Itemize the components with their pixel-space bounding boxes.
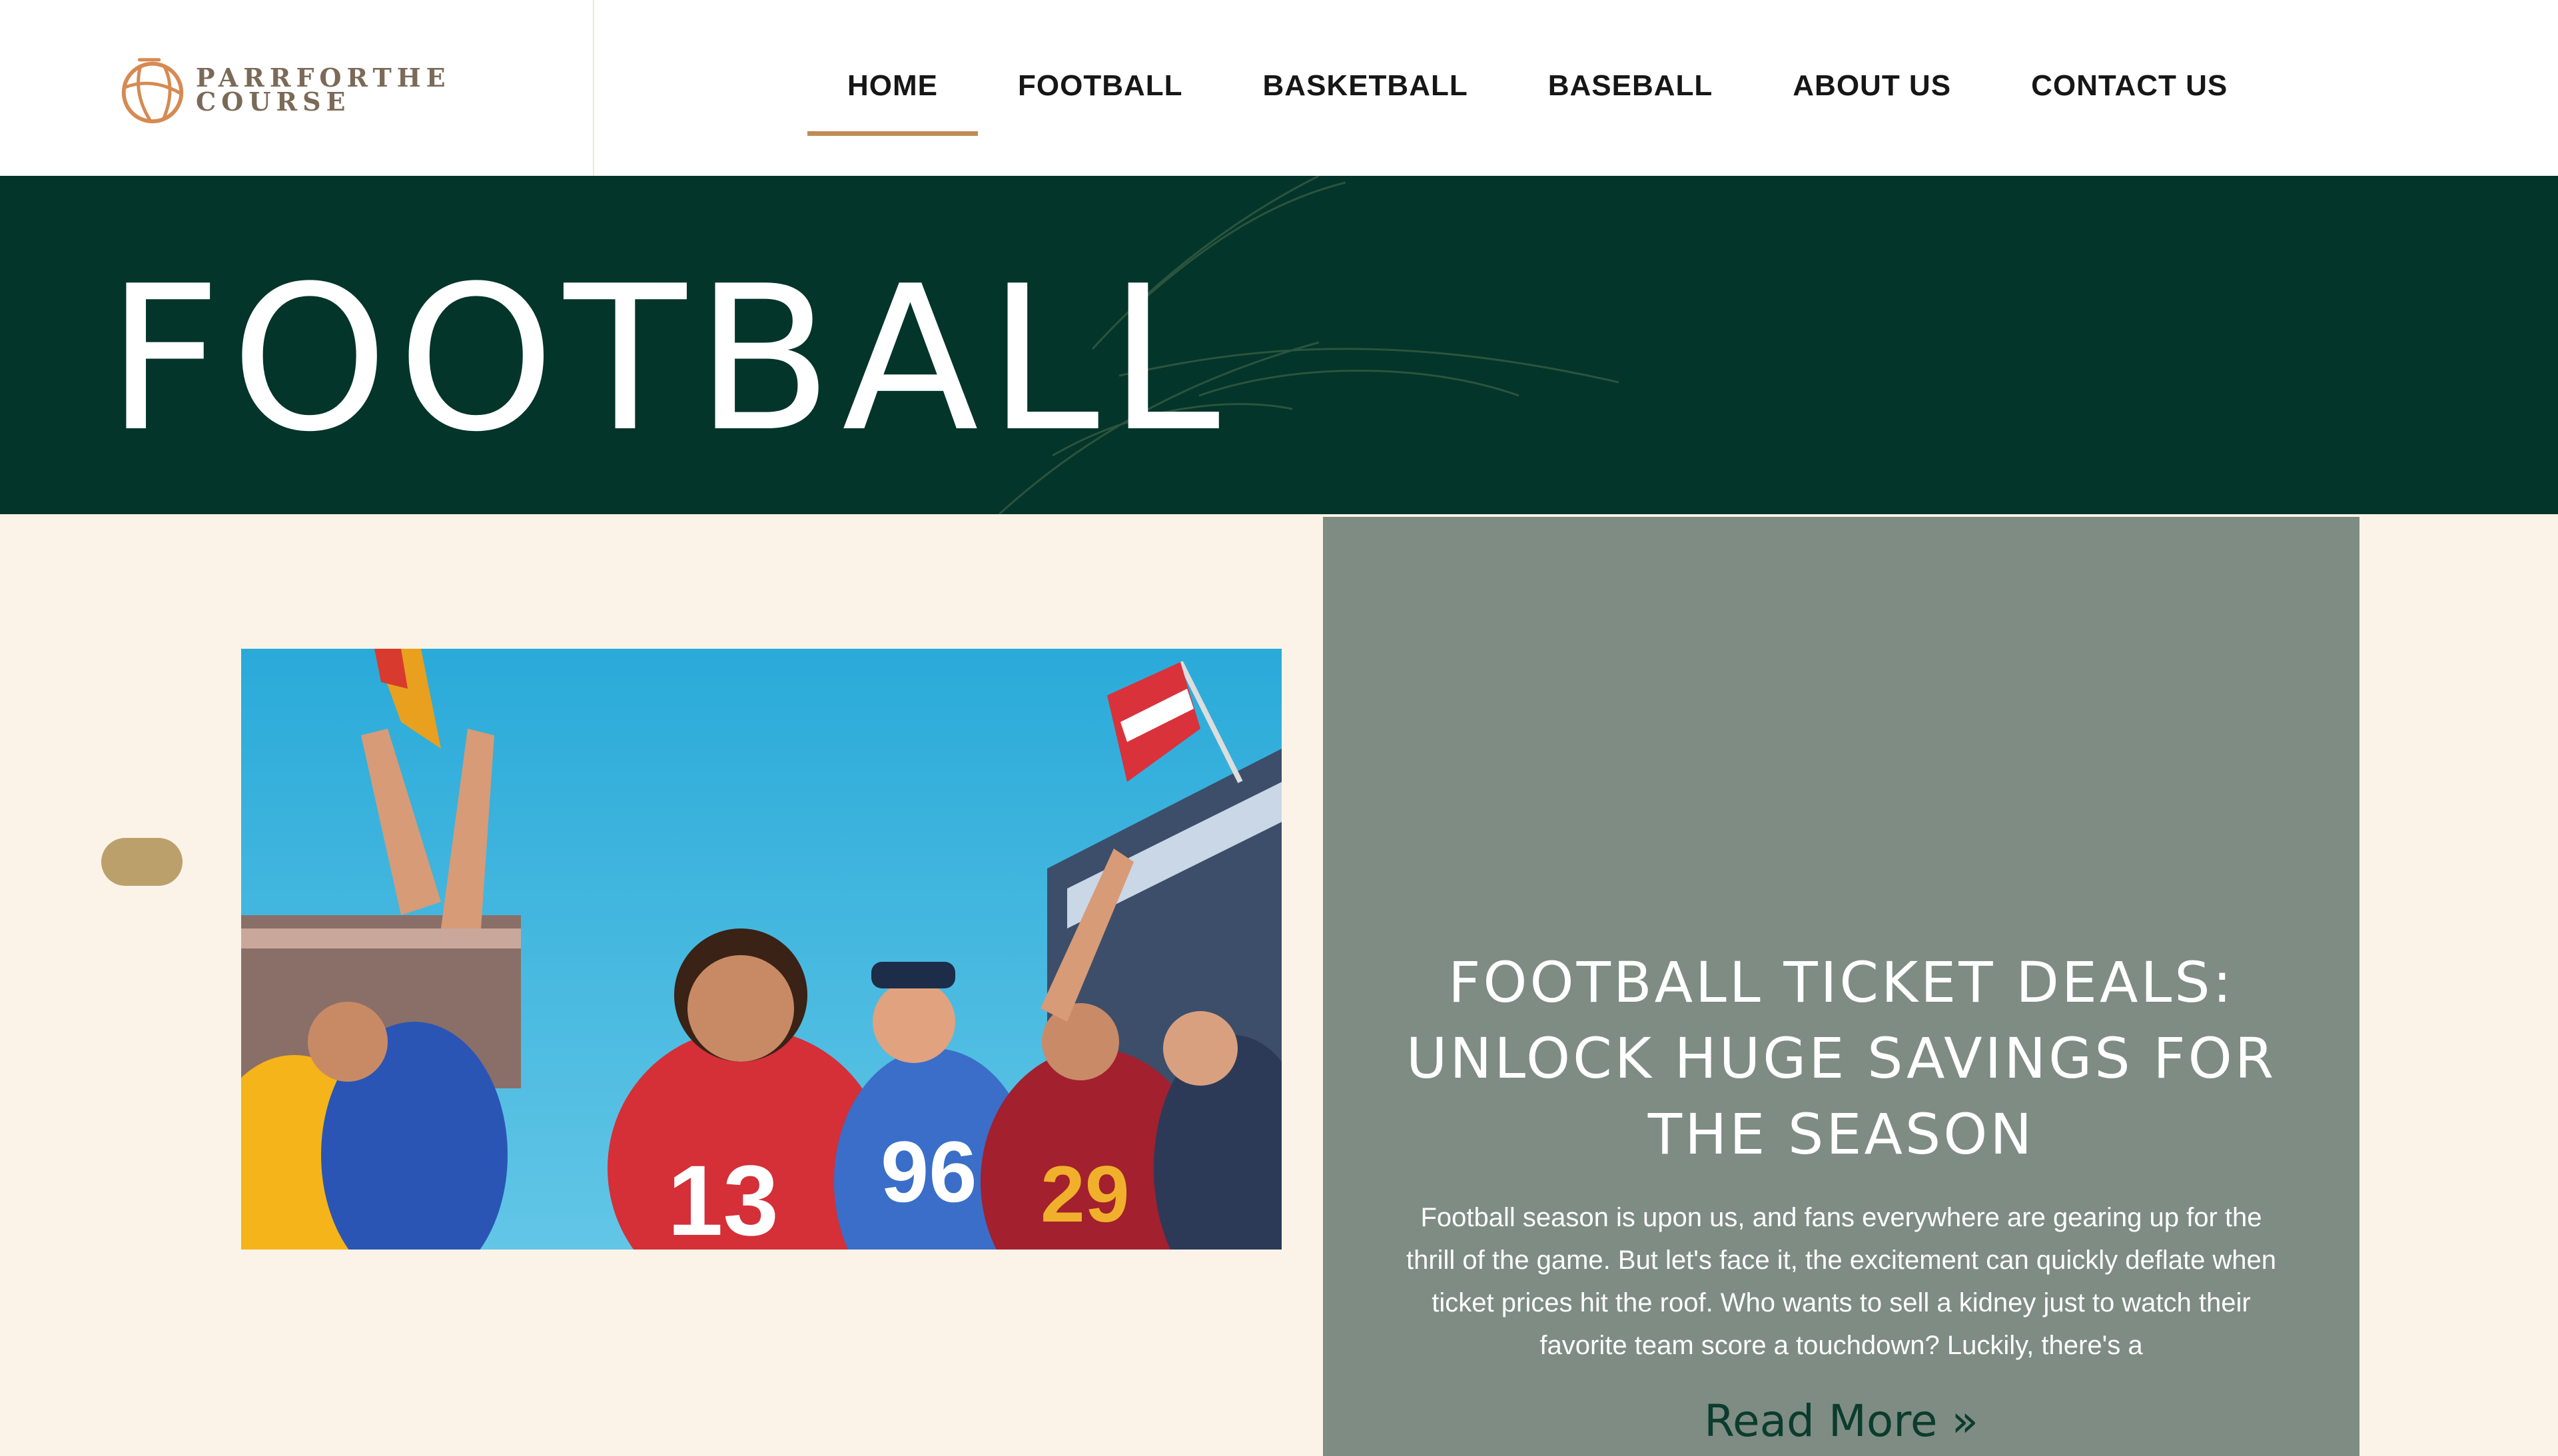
basketball-logo-icon <box>121 58 184 124</box>
logo-wordmark: PARRFORTHE COURSE <box>196 65 451 117</box>
site-logo[interactable]: PARRFORTHE COURSE <box>113 47 460 133</box>
post-title[interactable]: FOOTBALL TICKET DEALS: UNLOCK HUGE SAVIN… <box>1376 944 2306 1172</box>
nav-contact-us[interactable]: CONTACT US <box>1991 56 2268 136</box>
site-header: PARRFORTHE COURSE HOME FOOTBALL BASKETBA… <box>0 0 2558 176</box>
nav-basketball[interactable]: BASKETBALL <box>1223 56 1508 136</box>
read-more-link[interactable]: Read More » <box>1323 1395 2359 1448</box>
nav-about-us[interactable]: ABOUT US <box>1753 56 1991 136</box>
slider-pager-dot[interactable] <box>101 838 183 886</box>
post-featured-image[interactable]: 13 96 29 <box>241 649 1282 1250</box>
post-excerpt: Football season is upon us, and fans eve… <box>1406 1203 2277 1360</box>
nav-football[interactable]: FOOTBALL <box>978 56 1223 136</box>
header-divider <box>593 0 594 176</box>
main-nav: HOME FOOTBALL BASKETBALL BASEBALL ABOUT … <box>807 56 2268 136</box>
post-card: FOOTBALL TICKET DEALS: UNLOCK HUGE SAVIN… <box>1323 517 2359 1456</box>
svg-text:13: 13 <box>667 1144 779 1250</box>
page-title: FOOTBALL <box>107 243 1230 476</box>
hero-banner: FOOTBALL <box>0 176 2558 514</box>
logo-line-2: COURSE <box>196 87 351 117</box>
svg-text:96: 96 <box>881 1123 977 1220</box>
svg-text:29: 29 <box>1041 1150 1129 1239</box>
football-fans-illustration: 13 96 29 <box>241 649 1282 1250</box>
nav-home[interactable]: HOME <box>807 56 978 136</box>
nav-baseball[interactable]: BASEBALL <box>1508 56 1753 136</box>
